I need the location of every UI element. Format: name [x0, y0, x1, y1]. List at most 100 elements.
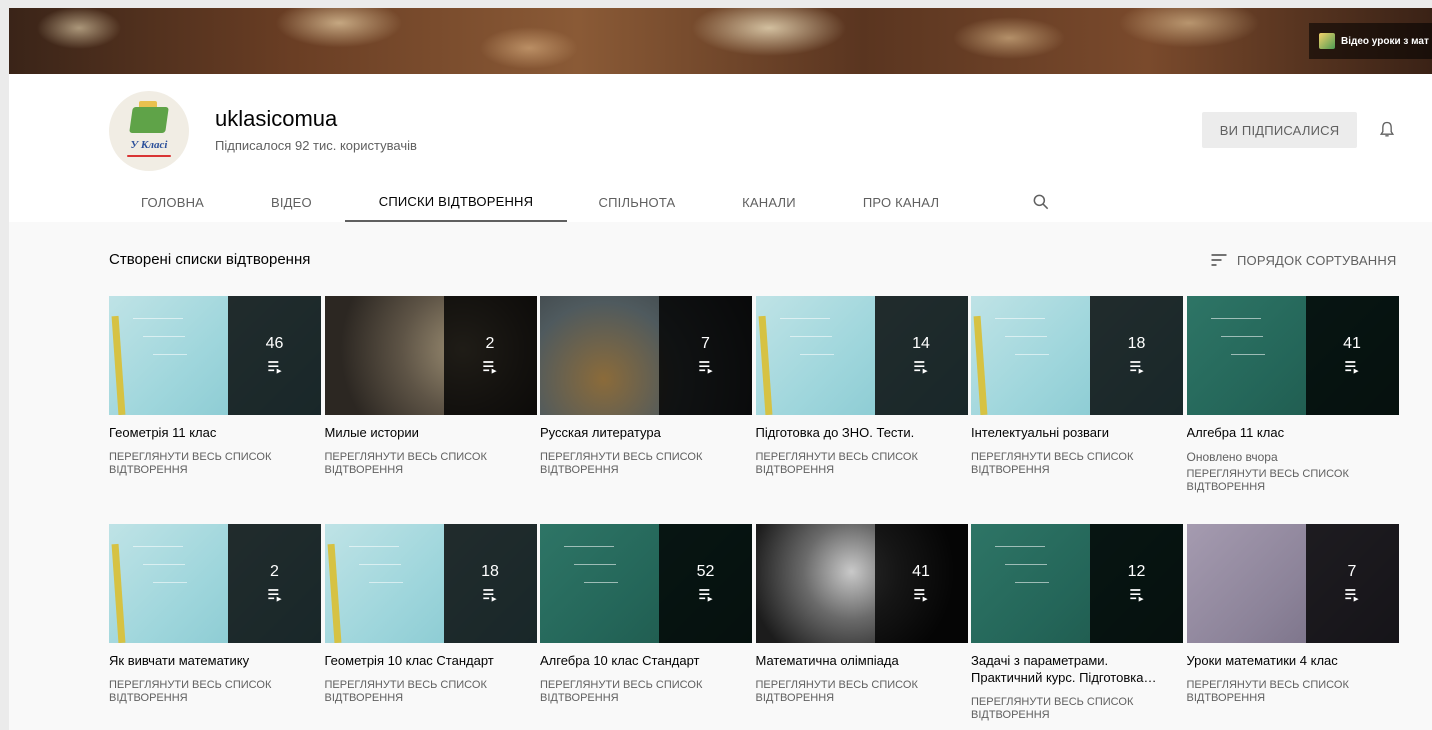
playlist-count-overlay[interactable]: 18	[443, 524, 537, 643]
playlist-thumbnail[interactable]: 52	[540, 524, 752, 643]
view-full-playlist-link[interactable]: ПЕРЕГЛЯНУТИ ВЕСЬ СПИСОК ВІДТВОРЕННЯ	[756, 451, 968, 477]
chalk-mark	[348, 546, 399, 547]
playlist-thumbnail[interactable]: 2	[324, 296, 537, 415]
chalk-mark	[799, 354, 834, 355]
playlist-icon	[1345, 588, 1359, 602]
playlist-title[interactable]: Задачі з параметрами. Практичний курс. П…	[971, 652, 1183, 686]
playlist-title[interactable]: Інтелектуальні розваги	[971, 424, 1183, 441]
tab-playlists[interactable]: СПИСКИ ВІДТВОРЕННЯ	[345, 182, 567, 222]
subscribed-button[interactable]: ВИ ПІДПИСАЛИСЯ	[1202, 112, 1357, 148]
playlist-count-overlay[interactable]: 41	[1305, 296, 1399, 415]
playlist-thumbnail[interactable]: 18	[971, 296, 1183, 415]
playlist-card[interactable]: 7 Русская литература ПЕРЕГЛЯНУТИ ВЕСЬ СПИС…	[540, 296, 752, 477]
chalk-mark	[584, 582, 618, 583]
playlist-card[interactable]: 12 Задачі з параметрами. Практичний курс.…	[971, 524, 1183, 722]
playlist-count-overlay[interactable]: 2	[443, 296, 537, 415]
tab-home[interactable]: ГОЛОВНА	[109, 182, 243, 222]
view-full-playlist-link[interactable]: ПЕРЕГЛЯНУТИ ВЕСЬ СПИСОК ВІДТВОРЕННЯ	[325, 679, 537, 705]
playlist-icon	[914, 588, 928, 602]
tab-about[interactable]: ПРО КАНАЛ	[831, 182, 971, 222]
playlist-title[interactable]: Підготовка до ЗНО. Тести.	[756, 424, 968, 441]
chalk-mark	[574, 564, 616, 565]
playlist-thumbnail[interactable]: 7	[1186, 524, 1399, 643]
playlist-count-overlay[interactable]: 52	[659, 524, 752, 643]
playlist-thumbnail[interactable]: 14	[755, 296, 968, 415]
playlist-video-count: 7	[701, 334, 710, 352]
chalk-mark	[789, 336, 832, 337]
playlist-count-overlay[interactable]: 7	[1305, 524, 1399, 643]
tab-videos[interactable]: ВІДЕО	[243, 182, 345, 222]
banner-link[interactable]: Відео уроки з мат	[1309, 23, 1432, 59]
chalk-mark	[368, 582, 403, 583]
playlist-thumbnail[interactable]: 46	[109, 296, 321, 415]
channel-avatar[interactable]: У Класі	[109, 91, 189, 171]
playlist-thumbnail[interactable]: 41	[1186, 296, 1399, 415]
playlist-title[interactable]: Алгебра 10 клас Стандарт	[540, 652, 752, 669]
chalk-mark	[1005, 564, 1047, 565]
playlist-count-overlay[interactable]: 12	[1090, 524, 1183, 643]
playlist-video-count: 2	[485, 334, 495, 352]
playlist-icon	[483, 588, 497, 602]
bell-icon[interactable]	[1377, 120, 1397, 140]
playlist-card[interactable]: 2 Як вивчати математику ПЕРЕГЛЯНУТИ ВЕСЬ С…	[109, 524, 321, 705]
playlist-card[interactable]: 18 Інтелектуальні розваги ПЕРЕГЛЯНУТИ ВЕСЬ…	[971, 296, 1183, 477]
playlist-count-overlay[interactable]: 7	[659, 296, 752, 415]
chalk-mark	[133, 546, 183, 547]
playlist-count-overlay[interactable]: 18	[1090, 296, 1183, 415]
playlist-video-count: 52	[696, 562, 715, 580]
tab-community[interactable]: СПІЛЬНОТА	[567, 182, 707, 222]
view-full-playlist-link[interactable]: ПЕРЕГЛЯНУТИ ВЕСЬ СПИСОК ВІДТВОРЕННЯ	[971, 451, 1183, 477]
playlist-thumbnail[interactable]: 7	[540, 296, 752, 415]
playlist-count-overlay[interactable]: 14	[874, 296, 968, 415]
ruler-decoration	[758, 315, 772, 415]
playlist-title[interactable]: Геометрія 11 клас	[109, 424, 321, 441]
chalk-mark	[1015, 354, 1049, 355]
chalk-mark	[1220, 336, 1263, 337]
playlist-title[interactable]: Як вивчати математику	[109, 652, 321, 669]
view-full-playlist-link[interactable]: ПЕРЕГЛЯНУТИ ВЕСЬ СПИСОК ВІДТВОРЕННЯ	[109, 679, 321, 705]
sort-button[interactable]: ПОРЯДОК СОРТУВАННЯ	[1209, 250, 1397, 270]
playlist-video-count: 12	[1127, 562, 1146, 580]
view-full-playlist-link[interactable]: ПЕРЕГЛЯНУТИ ВЕСЬ СПИСОК ВІДТВОРЕННЯ	[540, 451, 752, 477]
playlist-card[interactable]: 14 Підготовка до ЗНО. Тести. ПЕРЕГЛЯНУТИ В…	[755, 296, 968, 477]
playlist-count-overlay[interactable]: 2	[228, 524, 321, 643]
search-icon[interactable]	[1031, 192, 1051, 212]
tab-channels[interactable]: КАНАЛИ	[707, 182, 831, 222]
view-full-playlist-link[interactable]: ПЕРЕГЛЯНУТИ ВЕСЬ СПИСОК ВІДТВОРЕННЯ	[756, 679, 968, 705]
view-full-playlist-link[interactable]: ПЕРЕГЛЯНУТИ ВЕСЬ СПИСОК ВІДТВОРЕННЯ	[325, 451, 537, 477]
playlist-card[interactable]: 52 Алгебра 10 клас Стандарт ПЕРЕГЛЯНУТИ ВЕ…	[540, 524, 752, 705]
chalk-mark	[143, 336, 185, 337]
section-title: Створені списки відтворення	[109, 251, 311, 268]
playlist-title[interactable]: Русская литература	[540, 424, 752, 441]
channel-tabs: ГОЛОВНА ВІДЕО СПИСКИ ВІДТВОРЕННЯ СПІЛЬНО…	[109, 182, 1051, 222]
view-full-playlist-link[interactable]: ПЕРЕГЛЯНУТИ ВЕСЬ СПИСОК ВІДТВОРЕННЯ	[1187, 679, 1399, 705]
playlist-thumbnail[interactable]: 2	[109, 524, 321, 643]
subscriber-count: Підписалося 92 тис. користувачів	[215, 138, 417, 153]
playlist-card[interactable]: 2 Милые истории ПЕРЕГЛЯНУТИ ВЕСЬ СПИСОК ВІ…	[324, 296, 537, 477]
banner-link-label: Відео уроки з мат	[1341, 35, 1429, 47]
playlist-title[interactable]: Алгебра 11 клас	[1187, 424, 1399, 441]
playlist-thumbnail[interactable]: 12	[971, 524, 1183, 643]
playlist-count-overlay[interactable]: 46	[228, 296, 321, 415]
playlist-card[interactable]: 18 Геометрія 10 клас Стандарт ПЕРЕГЛЯНУТИ …	[324, 524, 537, 705]
ruler-decoration	[327, 543, 341, 643]
playlist-card[interactable]: 41 Алгебра 11 клас Оновлено вчора ПЕРЕГЛЯНУ…	[1186, 296, 1399, 494]
chalk-mark	[995, 546, 1045, 547]
playlist-title[interactable]: Милые истории	[325, 424, 537, 441]
view-full-playlist-link[interactable]: ПЕРЕГЛЯНУТИ ВЕСЬ СПИСОК ВІДТВОРЕННЯ	[540, 679, 752, 705]
playlist-card[interactable]: 46 Геометрія 11 клас ПЕРЕГЛЯНУТИ ВЕСЬ СПИС…	[109, 296, 321, 477]
view-full-playlist-link[interactable]: ПЕРЕГЛЯНУТИ ВЕСЬ СПИСОК ВІДТВОРЕННЯ	[109, 451, 321, 477]
playlist-title[interactable]: Уроки математики 4 клас	[1187, 652, 1399, 669]
playlist-title[interactable]: Математична олімпіада	[756, 652, 968, 669]
view-full-playlist-link[interactable]: ПЕРЕГЛЯНУТИ ВЕСЬ СПИСОК ВІДТВОРЕННЯ	[971, 696, 1183, 722]
chalk-mark	[779, 318, 830, 319]
playlist-card[interactable]: 7 Уроки математики 4 клас ПЕРЕГЛЯНУТИ ВЕСЬ…	[1186, 524, 1399, 705]
playlist-thumbnail[interactable]: 41	[755, 524, 968, 643]
view-full-playlist-link[interactable]: ПЕРЕГЛЯНУТИ ВЕСЬ СПИСОК ВІДТВОРЕННЯ	[1187, 468, 1399, 494]
playlist-card[interactable]: 41 Математична олімпіада ПЕРЕГЛЯНУТИ ВЕСЬ …	[755, 524, 968, 705]
playlist-count-overlay[interactable]: 41	[874, 524, 968, 643]
playlist-thumbnail[interactable]: 18	[324, 524, 537, 643]
playlist-title[interactable]: Геометрія 10 клас Стандарт	[325, 652, 537, 669]
chalk-mark	[995, 318, 1045, 319]
sort-label: ПОРЯДОК СОРТУВАННЯ	[1237, 252, 1397, 268]
